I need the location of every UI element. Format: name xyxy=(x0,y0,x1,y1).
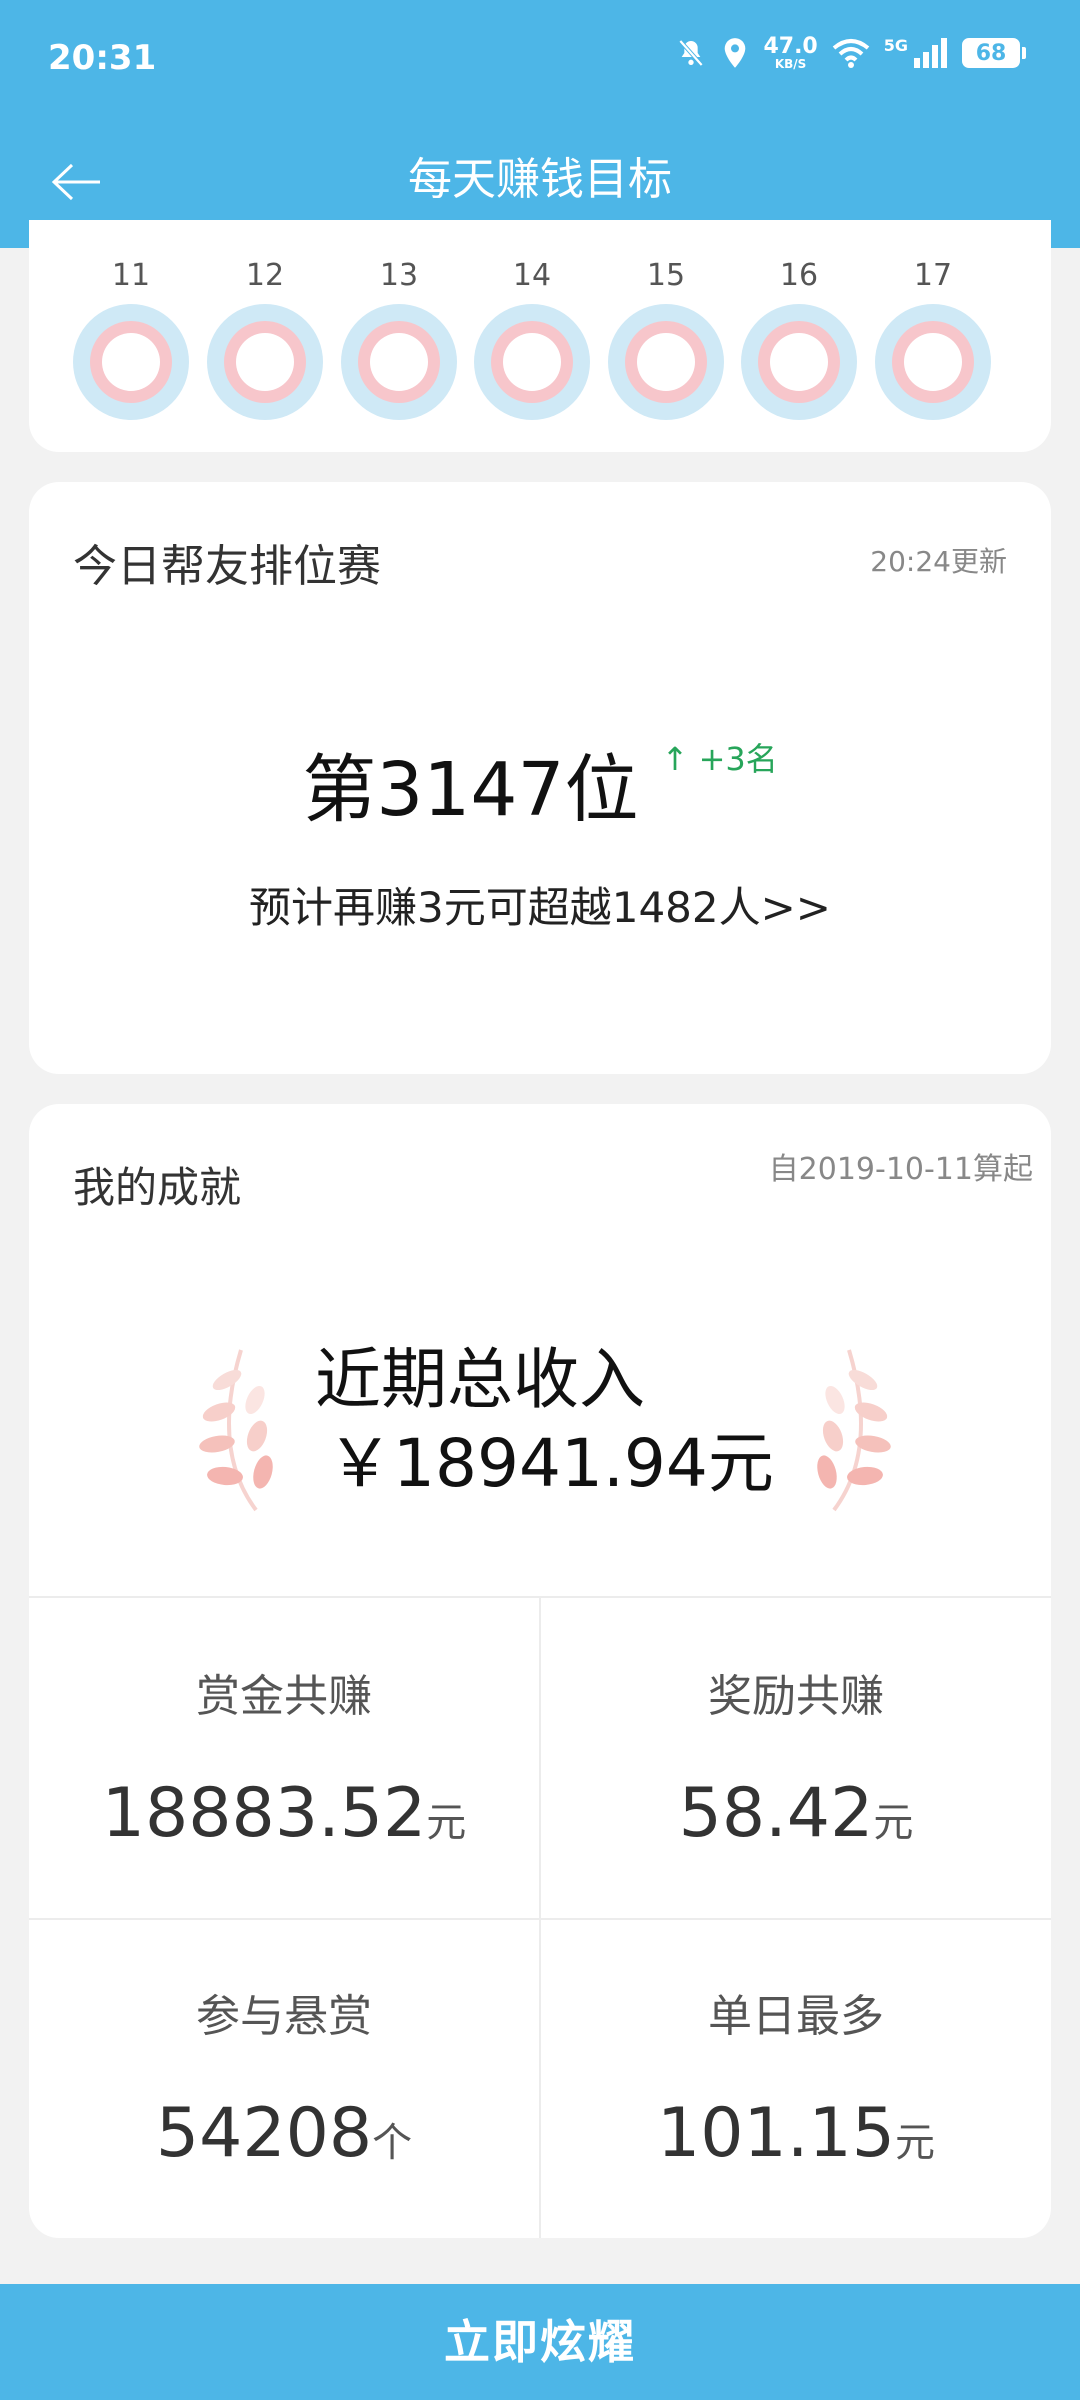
mute-notification-icon xyxy=(679,39,704,67)
stat-value: 18883.52 xyxy=(101,1774,427,1853)
status-bar: 20:31 47.0 KB/S 5G 68 xyxy=(0,0,1080,120)
day-progress-ring xyxy=(608,304,724,420)
status-time: 20:31 xyxy=(48,38,157,78)
stat-value: 54208 xyxy=(155,2094,373,2173)
stat-unit: 个 xyxy=(372,2120,413,2166)
rank-change: ↑ +3名 xyxy=(661,740,778,778)
day-progress-ring xyxy=(474,304,590,420)
battery-icon: 68 xyxy=(962,38,1026,68)
day-item[interactable]: 11 xyxy=(73,256,189,420)
rank-value: 第3147位 xyxy=(302,747,639,833)
network-speed-value: 47.0 xyxy=(763,34,818,59)
day-item[interactable]: 15 xyxy=(608,256,724,420)
wifi-icon xyxy=(832,39,870,68)
stat-label: 单日最多 xyxy=(708,1991,884,2042)
day-number: 16 xyxy=(779,258,819,293)
stat-unit: 元 xyxy=(873,1800,914,1846)
network-speed: 47.0 KB/S xyxy=(763,34,818,71)
ranking-updated-time: 20:24更新 xyxy=(870,545,1007,578)
day-number: 12 xyxy=(245,258,285,293)
stat-bounties-joined: 参与悬赏 54208个 xyxy=(29,1980,539,2173)
income-title: 近期总收入 xyxy=(315,1341,645,1418)
stat-label: 奖励共赚 xyxy=(708,1671,884,1722)
ranking-card: 今日帮友排位赛 20:24更新 第3147位 ↑ +3名 预计再赚3元可超越14… xyxy=(29,482,1051,1074)
day-item[interactable]: 12 xyxy=(207,256,323,420)
right-laurel-icon xyxy=(817,1349,891,1512)
day-progress-ring xyxy=(741,304,857,420)
day-progress-ring xyxy=(73,304,189,420)
achievements-title: 我的成就 xyxy=(73,1163,242,1212)
day-progress-ring xyxy=(341,304,457,420)
rank-hint-link[interactable]: 预计再赚3元可超越1482人>> xyxy=(29,874,1051,935)
battery-level: 68 xyxy=(975,40,1007,66)
stat-value-line: 101.15元 xyxy=(541,2094,1051,2173)
back-button[interactable] xyxy=(36,150,116,214)
stat-label: 赏金共赚 xyxy=(196,1671,372,1722)
day-number: 11 xyxy=(111,258,151,293)
signal-icon xyxy=(914,38,947,68)
top-bar: 20:31 47.0 KB/S 5G 68 每天赚钱目标 xyxy=(0,0,1080,248)
status-icons: 47.0 KB/S 5G 68 xyxy=(675,34,1026,71)
day-item[interactable]: 14 xyxy=(474,256,590,420)
day-number: 14 xyxy=(512,258,552,293)
network-speed-unit: KB/S xyxy=(774,57,807,71)
weekly-goal-card: 11 12 13 14 15 16 17 xyxy=(29,220,1051,452)
stat-value-line: 58.42元 xyxy=(541,1774,1051,1853)
day-progress-ring xyxy=(207,304,323,420)
rank-line: 第3147位 ↑ +3名 xyxy=(29,730,1051,837)
left-laurel-icon xyxy=(199,1349,273,1512)
location-icon xyxy=(725,38,746,68)
day-number: 13 xyxy=(379,258,419,293)
stat-value: 58.42 xyxy=(678,1774,874,1853)
stat-value: 101.15 xyxy=(657,2094,895,2173)
network-type: 5G xyxy=(883,35,908,55)
day-number: 17 xyxy=(913,258,953,293)
stat-reward-total: 奖励共赚 58.42元 xyxy=(541,1660,1051,1853)
day-number: 15 xyxy=(646,258,686,293)
stat-value-line: 54208个 xyxy=(29,2094,539,2173)
show-off-button[interactable]: 立即炫耀 xyxy=(0,2284,1080,2400)
day-progress-ring xyxy=(875,304,991,420)
stat-label: 参与悬赏 xyxy=(196,1991,372,2042)
day-item[interactable]: 16 xyxy=(741,256,857,420)
back-arrow-icon xyxy=(51,163,100,201)
stat-value-line: 18883.52元 xyxy=(29,1774,539,1853)
stat-bounty-total: 赏金共赚 18883.52元 xyxy=(29,1660,539,1853)
achievements-since: 自2019-10-11算起 xyxy=(768,1152,1033,1187)
ranking-title: 今日帮友排位赛 xyxy=(73,541,381,592)
income-amount: ￥18941.94元 xyxy=(327,1425,774,1502)
day-item[interactable]: 17 xyxy=(875,256,991,420)
day-item[interactable]: 13 xyxy=(341,256,457,420)
achievements-card: 我的成就 自2019-10-11算起 近期总收入 ￥18941.94元 赏金共赚… xyxy=(29,1104,1051,2238)
stat-unit: 元 xyxy=(426,1800,467,1846)
stat-daily-max: 单日最多 101.15元 xyxy=(541,1980,1051,2173)
stat-unit: 元 xyxy=(894,2120,935,2166)
